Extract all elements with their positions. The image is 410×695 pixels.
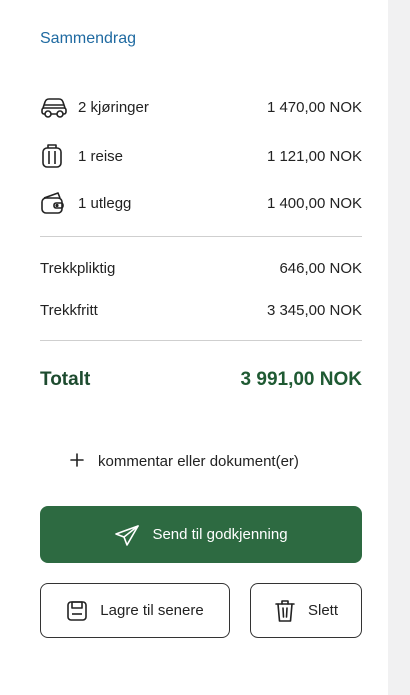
suitcase-icon [40,142,70,170]
line-item-label: 1 reise [78,147,124,165]
tax-row-tax-free: Trekkfritt 3 345,00 NOK [40,296,362,324]
total-label: Totalt [40,369,91,390]
total-row: Totalt 3 991,00 NOK [40,366,362,394]
add-comment-label: kommentar eller dokument(er) [98,452,299,470]
send-for-approval-button[interactable]: Send til godkjenning [40,506,362,563]
right-gutter [388,0,410,695]
paper-plane-icon [114,524,140,546]
plus-icon [68,450,86,472]
tax-row-taxable: Trekkpliktig 646,00 NOK [40,254,362,282]
line-item-amount: 1 121,00 NOK [266,147,362,165]
line-item-label: 1 utlegg [78,194,132,212]
tax-amount: 3 345,00 NOK [266,301,362,319]
car-icon [40,93,70,121]
line-item-label: 2 kjøringer [78,98,149,116]
line-item-amount: 1 470,00 NOK [266,98,362,116]
delete-button[interactable]: Slett [250,583,362,638]
divider [40,236,362,237]
save-for-later-button[interactable]: Lagre til senere [40,583,230,638]
line-item-amount: 1 400,00 NOK [266,194,362,212]
wallet-icon [40,189,70,217]
send-label: Send til godkjenning [152,526,288,543]
summary-panel: Sammendrag 2 kjøringer 1 470,00 NOK 1 re… [0,0,388,695]
add-comment-button[interactable]: kommentar eller dokument(er) [68,447,299,475]
delete-label: Slett [307,602,338,619]
line-item-expense: 1 utlegg 1 400,00 NOK [40,189,362,217]
tax-amount: 646,00 NOK [279,259,362,277]
floppy-disk-icon [66,600,88,622]
line-item-travel: 1 reise 1 121,00 NOK [40,142,362,170]
save-label: Lagre til senere [100,602,204,619]
page: Sammendrag 2 kjøringer 1 470,00 NOK 1 re… [0,0,410,695]
line-item-driving: 2 kjøringer 1 470,00 NOK [40,93,362,121]
summary-title: Sammendrag [40,30,137,47]
trash-icon [274,599,296,623]
divider [40,340,362,341]
tax-label: Trekkfritt [40,301,98,319]
tax-label: Trekkpliktig [40,259,116,277]
total-amount: 3 991,00 NOK [240,369,362,390]
